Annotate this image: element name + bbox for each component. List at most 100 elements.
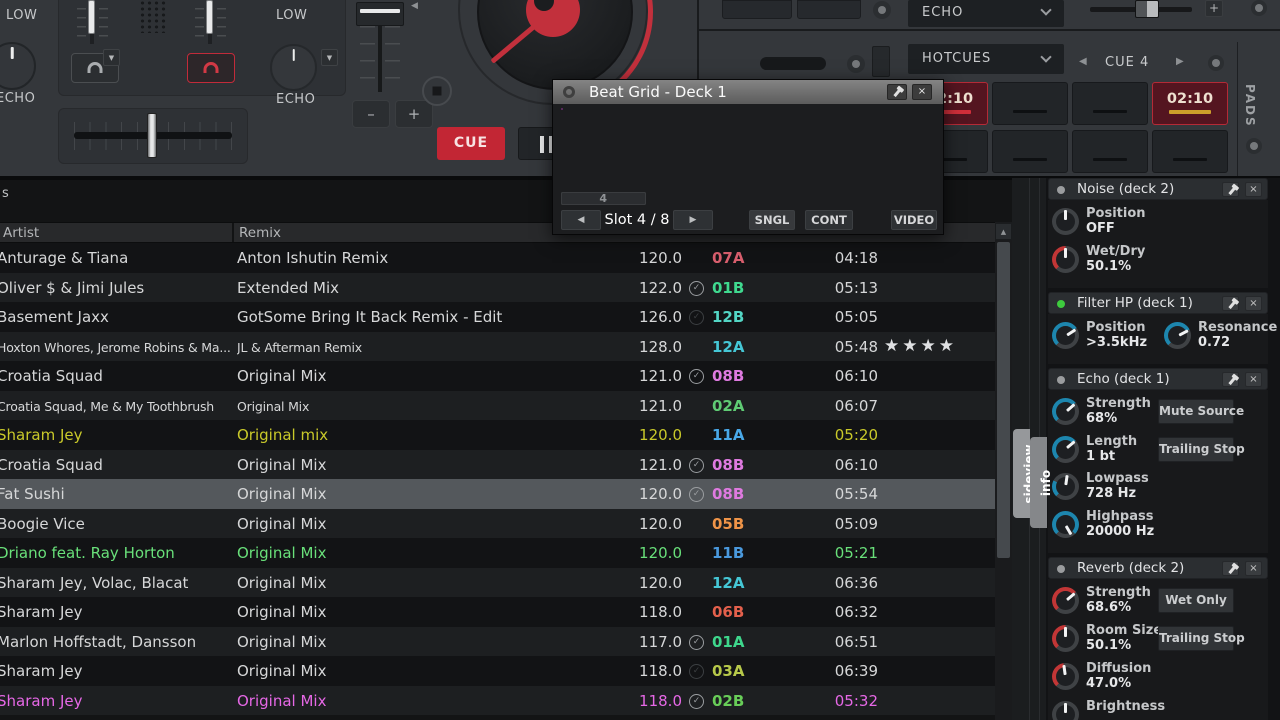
track-row[interactable]: Hoxton Whores, Jerome Robins & Ma...JL &… — [0, 332, 995, 362]
fx-on-button[interactable] — [1251, 0, 1267, 16]
hotcue-slot-button[interactable] — [872, 46, 890, 77]
close-button[interactable]: × — [912, 84, 932, 100]
hotcue-pad-2-3[interactable] — [1072, 130, 1148, 173]
track-row[interactable]: Basement JaxxGotSome Bring It Back Remix… — [0, 302, 995, 332]
beatgrid-group-label[interactable]: 4 — [561, 192, 646, 205]
pitch-plus-button[interactable]: + — [395, 100, 433, 128]
knob-length[interactable] — [1052, 436, 1079, 463]
knob-value: 20000 Hz — [1086, 524, 1154, 539]
track-row[interactable]: Sharam JeyOriginal Mix118.006B06:32 — [0, 597, 995, 627]
knob-position[interactable] — [1052, 208, 1079, 235]
track-row[interactable]: Sharam JeyOriginal Mix118.0✓03A06:39 — [0, 656, 995, 686]
dropdown-arrow-button[interactable]: ▼ — [103, 49, 120, 66]
stop-button[interactable] — [422, 76, 452, 106]
track-artist: Sharam Jey — [0, 692, 231, 710]
collapse-arrow-icon[interactable]: ◀ — [411, 1, 418, 11]
fx-slot-button[interactable] — [722, 0, 792, 19]
fx-panel-header[interactable]: Filter HP (deck 1)× — [1048, 292, 1268, 314]
track-row[interactable]: Croatia SquadOriginal Mix121.0✓08B06:10 — [0, 450, 995, 480]
single-mode-button[interactable]: SNGL — [749, 210, 795, 230]
knob-strength[interactable] — [1052, 587, 1079, 614]
effect-select[interactable]: ECHO — [908, 0, 1064, 27]
cue-next-icon[interactable]: ▶ — [1176, 56, 1184, 67]
cue-button[interactable]: CUE — [437, 127, 505, 160]
hotcue-pad-2-4[interactable] — [1152, 130, 1228, 173]
hotcue-pad-1-2[interactable] — [992, 82, 1068, 125]
pin-button[interactable] — [1222, 372, 1239, 387]
fx-option-button[interactable]: Wet Only — [1158, 588, 1234, 613]
pin-button[interactable] — [1222, 561, 1239, 576]
track-row[interactable]: Croatia SquadOriginal Mix121.0✓08B06:10 — [0, 361, 995, 391]
slot-prev-button[interactable]: ◀ — [561, 210, 601, 230]
headphone-cue-right-button[interactable] — [187, 53, 235, 83]
track-bpm: 117.0 — [592, 633, 682, 651]
fx-option-button[interactable]: Mute Source — [1158, 399, 1234, 424]
knob-diffusion[interactable] — [1052, 663, 1079, 690]
track-row[interactable]: Fat SushiOriginal Mix120.0✓08B05:54 — [0, 479, 995, 509]
fx-panel-header[interactable]: Echo (deck 1)× — [1048, 368, 1268, 390]
knob-brightness[interactable] — [1052, 701, 1079, 720]
close-button[interactable]: × — [1245, 296, 1262, 311]
track-row[interactable]: Sharam Jey, Volac, BlacatOriginal Mix120… — [0, 568, 995, 598]
pads-on-button[interactable] — [1208, 55, 1224, 71]
cue-prev-icon[interactable]: ◀ — [1079, 56, 1087, 67]
beatgrid-cell[interactable] — [561, 108, 563, 110]
fx-amount-slider-handle[interactable] — [1135, 0, 1159, 18]
knob-highpass[interactable] — [1052, 511, 1079, 538]
track-row[interactable]: Boogie ViceOriginal Mix120.005B05:09 — [0, 509, 995, 539]
channel-fader-right[interactable] — [206, 0, 213, 34]
scrollbar-thumb[interactable] — [997, 242, 1010, 558]
fx-on-button[interactable] — [873, 1, 891, 19]
pin-button[interactable] — [1222, 296, 1239, 311]
knob-strength[interactable] — [1052, 398, 1079, 425]
tab-info[interactable]: info — [1030, 437, 1047, 528]
beatgrid-titlebar[interactable]: Beat Grid - Deck 1 × — [553, 80, 943, 104]
knob-wet-dry[interactable] — [1052, 246, 1079, 273]
fx-plus-button[interactable]: + — [1205, 0, 1223, 17]
track-row[interactable]: Sharam JeyOriginal Mix118.0✓02B05:32 — [0, 686, 995, 716]
track-bpm: 120.0 — [592, 515, 682, 533]
hotcue-pad-2-2[interactable] — [992, 130, 1068, 173]
track-remix: Original Mix — [237, 633, 567, 651]
pads-option-button[interactable] — [1246, 138, 1262, 154]
hotcue-pad-1-4[interactable]: 02:10 — [1152, 82, 1228, 125]
hotcue-pad-1-3[interactable] — [1072, 82, 1148, 125]
knob-position[interactable] — [1052, 322, 1079, 349]
video-mode-button[interactable]: VIDEO — [891, 210, 937, 230]
track-row[interactable]: Sharam JeyOriginal mix120.011A05:20 — [0, 420, 995, 450]
close-button[interactable]: × — [1245, 182, 1262, 197]
track-row[interactable]: Anturage & TianaAnton Ishutin Remix120.0… — [0, 243, 995, 273]
slot-next-button[interactable]: ▶ — [673, 210, 713, 230]
knob-resonance[interactable] — [1164, 322, 1191, 349]
echo-knob-right[interactable] — [270, 44, 317, 91]
fx-panel-header[interactable]: Reverb (deck 2)× — [1048, 557, 1268, 579]
fx-slot-button[interactable] — [797, 0, 861, 19]
track-row[interactable]: Croatia Squad, Me & My ToothbrushOrigina… — [0, 391, 995, 421]
scrollbar-up-icon[interactable]: ▲ — [995, 223, 1012, 240]
channel-fader-left[interactable] — [88, 0, 95, 34]
tab-sideview[interactable]: sideview — [1013, 429, 1030, 518]
dropdown-arrow-button[interactable]: ▼ — [321, 49, 338, 66]
knob-lowpass[interactable] — [1052, 473, 1079, 500]
pitch-minus-button[interactable]: – — [352, 100, 390, 128]
fx-option-button[interactable]: Trailing Stop — [1158, 626, 1234, 651]
pin-button[interactable] — [1222, 182, 1239, 197]
track-row[interactable]: Oliver $ & Jimi JulesExtended Mix122.0✓0… — [0, 273, 995, 303]
track-row[interactable]: Driano feat. Ray HortonOriginal Mix120.0… — [0, 538, 995, 568]
fx-option-button[interactable]: Trailing Stop — [1158, 437, 1234, 462]
column-divider[interactable] — [232, 223, 234, 242]
pitch-fader-handle[interactable] — [356, 2, 404, 26]
track-row[interactable]: Marlon Hoffstadt, DanssonOriginal Mix117… — [0, 627, 995, 657]
pin-button[interactable] — [887, 84, 907, 100]
pads-mode-select[interactable]: HOTCUES — [908, 44, 1064, 74]
continuous-mode-button[interactable]: CONT — [805, 210, 853, 230]
hotcue-on-button[interactable] — [847, 55, 865, 73]
fx-panel-header[interactable]: Noise (deck 2)× — [1048, 178, 1268, 200]
column-header-artist[interactable]: Artist — [3, 225, 39, 241]
column-header-remix[interactable]: Remix — [239, 225, 281, 241]
knob-room-size[interactable] — [1052, 625, 1079, 652]
close-button[interactable]: × — [1245, 561, 1262, 576]
close-button[interactable]: × — [1245, 372, 1262, 387]
echo-knob-left[interactable] — [0, 42, 36, 90]
crossfader-handle[interactable] — [147, 113, 157, 158]
